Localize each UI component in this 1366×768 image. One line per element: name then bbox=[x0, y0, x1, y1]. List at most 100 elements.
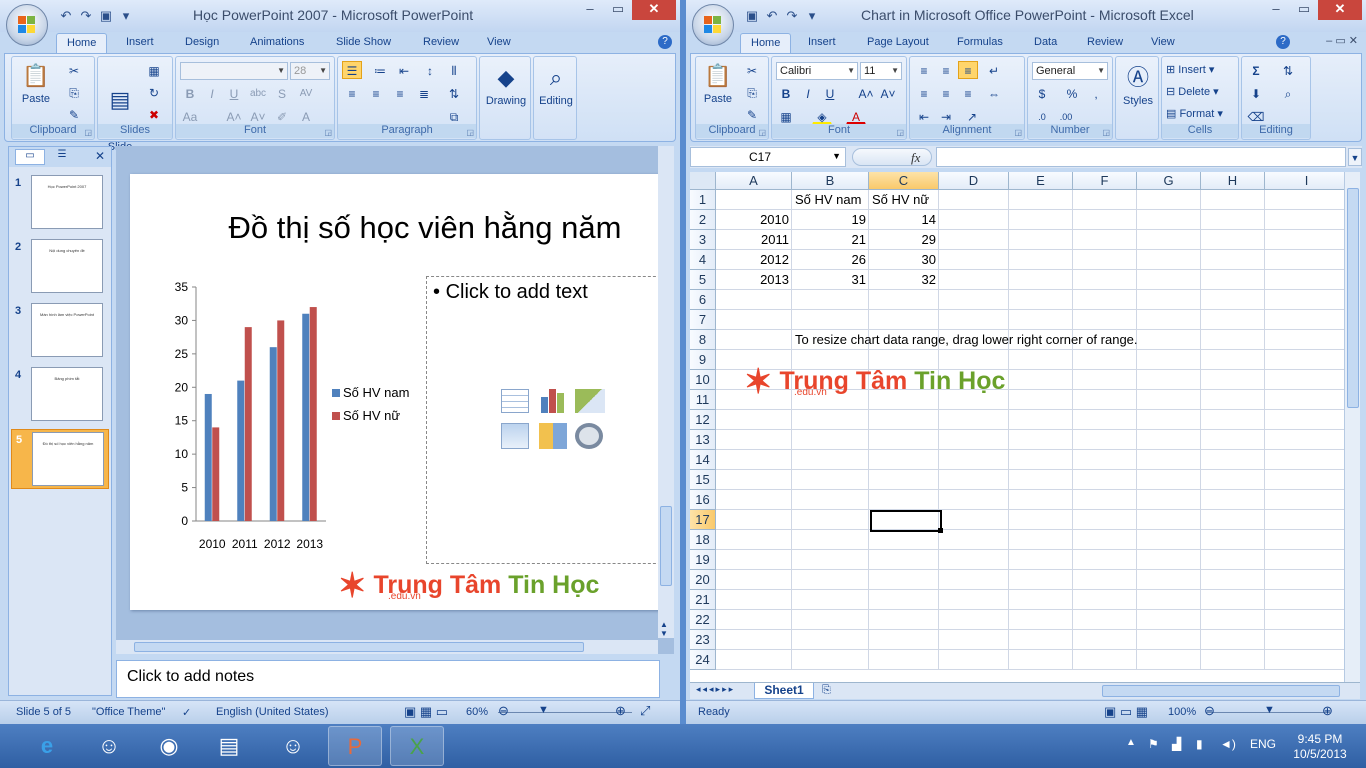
column-header[interactable]: A bbox=[716, 172, 792, 190]
tab-animations[interactable]: Animations bbox=[250, 36, 304, 48]
excel-office-button[interactable] bbox=[692, 4, 734, 46]
row-header[interactable]: 16 bbox=[690, 490, 716, 510]
sheet-nav-icon[interactable]: ◂◂◂▸▸▸ bbox=[696, 684, 735, 695]
select-all-corner[interactable] bbox=[690, 172, 716, 190]
font-name-combo[interactable]: ▼ bbox=[180, 62, 288, 80]
tab-view[interactable]: View bbox=[487, 36, 511, 48]
zoom-thumb-icon[interactable]: ▼ bbox=[538, 704, 549, 716]
column-header[interactable]: E bbox=[1009, 172, 1073, 190]
delete-cells-button[interactable]: ⊟ Delete ▾ bbox=[1166, 85, 1219, 98]
excel-taskbar-button[interactable]: X bbox=[390, 726, 444, 766]
expand-formula-icon[interactable]: ▼ bbox=[1348, 148, 1362, 166]
insert-sheet-icon[interactable]: ⎘ bbox=[822, 684, 831, 697]
ppt-office-button[interactable] bbox=[6, 4, 48, 46]
zoom-out-icon[interactable]: ⊖ bbox=[1204, 703, 1215, 719]
underline-button[interactable]: U bbox=[224, 84, 244, 102]
currency-icon[interactable]: $ bbox=[1032, 84, 1052, 102]
underline-button[interactable]: U bbox=[820, 84, 840, 102]
align-middle-icon[interactable]: ≡ bbox=[936, 61, 956, 79]
grid-vertical-scrollbar[interactable] bbox=[1344, 172, 1360, 682]
column-header[interactable]: F bbox=[1073, 172, 1137, 190]
row-header[interactable]: 3 bbox=[690, 230, 716, 250]
view-buttons-icon[interactable]: ▣ ▦ ▭ bbox=[404, 704, 448, 720]
tab-data[interactable]: Data bbox=[1034, 36, 1057, 48]
borders-icon[interactable]: ▦ bbox=[776, 107, 796, 125]
justify-icon[interactable]: ≣ bbox=[414, 84, 434, 102]
spelling-icon[interactable]: ✓ bbox=[182, 706, 191, 719]
minimize-button[interactable]: – bbox=[576, 0, 604, 20]
dialog-launcher-icon[interactable]: ◲ bbox=[1014, 128, 1022, 137]
column-header[interactable]: C bbox=[869, 172, 939, 190]
insert-cells-button[interactable]: ⊞ Insert ▾ bbox=[1166, 63, 1214, 76]
cell[interactable]: 2013 bbox=[716, 270, 792, 290]
fit-window-icon[interactable]: ⤢ bbox=[640, 703, 650, 719]
wrap-text-icon[interactable]: ↵ bbox=[984, 61, 1004, 79]
cell[interactable]: Số HV nam bbox=[792, 190, 869, 210]
row-header[interactable]: 18 bbox=[690, 530, 716, 550]
workbook-controls-icon[interactable]: – ▭ ✕ bbox=[1326, 34, 1358, 47]
row-header[interactable]: 13 bbox=[690, 430, 716, 450]
decrease-decimal-icon[interactable]: .00 bbox=[1056, 107, 1076, 125]
column-chart[interactable]: 0 5 10 15 20 25 30 35 2010 2011 2012 2013 Số HV nam S… bbox=[150, 274, 420, 564]
dialog-launcher-icon[interactable]: ◲ bbox=[84, 128, 92, 137]
row-header[interactable]: 11 bbox=[690, 390, 716, 410]
layout-icon[interactable]: ▦ bbox=[144, 61, 164, 79]
yahoo-messenger-icon[interactable]: ☺ bbox=[82, 726, 136, 766]
copy-icon[interactable]: ⎘ bbox=[64, 83, 84, 101]
row-header[interactable]: 4 bbox=[690, 250, 716, 270]
row-header[interactable]: 2 bbox=[690, 210, 716, 230]
cell[interactable]: 2012 bbox=[716, 250, 792, 270]
row-header[interactable]: 12 bbox=[690, 410, 716, 430]
sort-filter-icon[interactable]: ⇅ bbox=[1278, 61, 1298, 79]
font-color-icon[interactable]: A bbox=[846, 107, 866, 125]
network-icon[interactable]: ▟ bbox=[1172, 737, 1181, 751]
chrome-icon[interactable]: ◉ bbox=[142, 726, 196, 766]
insert-table-icon[interactable] bbox=[501, 389, 529, 413]
format-painter-icon[interactable]: ✎ bbox=[742, 105, 762, 123]
insert-clipart-icon[interactable] bbox=[539, 423, 567, 449]
cell[interactable]: 14 bbox=[869, 210, 939, 230]
row-header[interactable]: 10 bbox=[690, 370, 716, 390]
column-header[interactable]: D bbox=[939, 172, 1009, 190]
find-select-icon[interactable]: ⌕ bbox=[1278, 84, 1298, 102]
volume-icon[interactable]: ◄) bbox=[1220, 737, 1236, 751]
copy-icon[interactable]: ⎘ bbox=[742, 83, 762, 101]
dialog-launcher-icon[interactable]: ◲ bbox=[466, 128, 474, 137]
cell[interactable]: 2010 bbox=[716, 210, 792, 230]
scroll-thumb[interactable] bbox=[660, 506, 672, 586]
column-header[interactable]: G bbox=[1137, 172, 1201, 190]
align-top-icon[interactable]: ≡ bbox=[914, 61, 934, 79]
cell[interactable]: 29 bbox=[869, 230, 939, 250]
slide-thumbnail[interactable]: 1 Học PowerPoint 2007 bbox=[11, 173, 109, 233]
slide-horizontal-scrollbar[interactable] bbox=[116, 640, 658, 654]
input-language[interactable]: ENG bbox=[1250, 737, 1276, 751]
paste-button[interactable]: 📋 Paste bbox=[16, 61, 56, 105]
slide-canvas[interactable]: Đồ thị số học viên hằng năm 0 5 10 15 20 25 30… bbox=[130, 174, 666, 610]
cut-icon[interactable]: ✂ bbox=[742, 61, 762, 79]
active-cell-selection[interactable] bbox=[870, 510, 942, 532]
slide-title[interactable]: Đồ thị số học viên hằng năm bbox=[130, 210, 660, 246]
font-size-combo[interactable]: 11 ▼ bbox=[860, 62, 902, 80]
drawing-button[interactable]: ◆ Drawing bbox=[482, 63, 530, 107]
shrink-font-icon[interactable]: A˅ bbox=[878, 84, 898, 102]
tab-review[interactable]: Review bbox=[423, 36, 459, 48]
shrink-font-icon[interactable]: A˅ bbox=[248, 107, 268, 125]
char-spacing-button[interactable]: AV bbox=[296, 84, 316, 102]
row-header[interactable]: 23 bbox=[690, 630, 716, 650]
name-box-dropdown-icon[interactable]: ▼ bbox=[832, 151, 841, 161]
zoom-slider[interactable] bbox=[498, 704, 632, 713]
h-scroll-thumb[interactable] bbox=[1102, 685, 1340, 697]
maximize-button[interactable]: ▭ bbox=[604, 0, 632, 20]
numbering-icon[interactable]: ≔ bbox=[370, 61, 390, 79]
align-center-icon[interactable]: ≡ bbox=[936, 84, 956, 102]
font-color-icon[interactable]: A bbox=[296, 107, 316, 125]
zoom-level[interactable]: 60% bbox=[466, 706, 488, 718]
tab-review[interactable]: Review bbox=[1087, 36, 1123, 48]
save-icon[interactable]: ▣ bbox=[744, 8, 760, 24]
insert-function-button[interactable]: fx bbox=[911, 150, 920, 166]
help-icon[interactable]: ? bbox=[1276, 35, 1290, 49]
slide-thumbnail[interactable]: 4 Bảng phím tắt bbox=[11, 365, 109, 425]
format-cells-button[interactable]: ▤ Format ▾ bbox=[1166, 107, 1223, 120]
row-header[interactable]: 22 bbox=[690, 610, 716, 630]
column-header[interactable]: H bbox=[1201, 172, 1265, 190]
